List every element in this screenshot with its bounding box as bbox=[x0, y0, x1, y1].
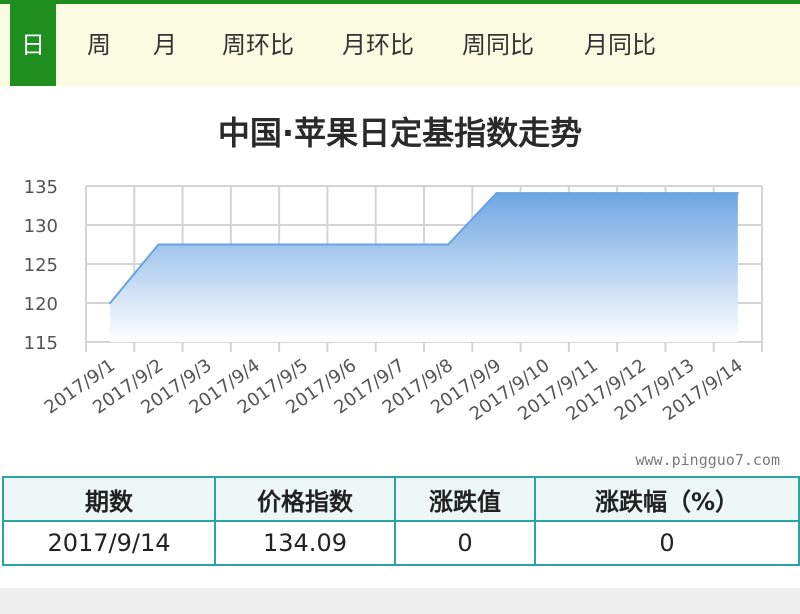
data-point bbox=[109, 302, 112, 304]
cell-period: 2017/9/14 bbox=[2, 520, 216, 566]
data-point bbox=[205, 243, 208, 246]
table-row: 2017/9/14 134.09 0 0 bbox=[2, 520, 800, 566]
data-point bbox=[640, 192, 643, 195]
data-point bbox=[302, 243, 305, 246]
data-point bbox=[447, 243, 450, 246]
tab-week[interactable]: 周 bbox=[84, 4, 114, 86]
tab-month[interactable]: 月 bbox=[150, 4, 180, 86]
index-summary-table: 期数 价格指数 涨跌值 涨跌幅（%） 2017/9/14 134.09 0 0 bbox=[2, 476, 800, 566]
cell-price-index: 134.09 bbox=[214, 520, 396, 566]
data-point bbox=[688, 192, 691, 195]
data-point bbox=[254, 243, 256, 246]
period-tab-bar: 日 周 月 周环比 月环比 周同比 月同比 bbox=[0, 0, 800, 86]
y-tick-label: 120 bbox=[24, 294, 58, 315]
tab-week-year-on-year[interactable]: 周同比 bbox=[456, 4, 540, 86]
tab-week-on-week[interactable]: 周环比 bbox=[216, 4, 300, 86]
tab-month-year-on-year[interactable]: 月同比 bbox=[578, 4, 662, 86]
data-point bbox=[495, 192, 498, 195]
y-tick-label: 135 bbox=[24, 177, 58, 198]
data-point bbox=[350, 243, 353, 246]
data-point bbox=[543, 192, 546, 195]
cell-change-percent: 0 bbox=[534, 520, 800, 566]
header-change-percent: 涨跌幅（%） bbox=[534, 476, 800, 522]
index-trend-chart: 1151201251301352017/9/12017/9/22017/9/32… bbox=[24, 177, 763, 425]
header-change-value: 涨跌值 bbox=[394, 476, 536, 522]
y-tick-label: 125 bbox=[24, 255, 58, 276]
y-tick-label: 115 bbox=[24, 333, 58, 354]
y-tick-label: 130 bbox=[24, 216, 58, 237]
data-point bbox=[592, 192, 594, 195]
cell-change-value: 0 bbox=[394, 520, 536, 566]
data-point bbox=[398, 243, 401, 246]
chart-title: 中国·苹果日定基指数走势 bbox=[217, 114, 583, 152]
tab-month-on-month[interactable]: 月环比 bbox=[336, 4, 420, 86]
table-header-row: 期数 价格指数 涨跌值 涨跌幅（%） bbox=[2, 476, 800, 522]
header-period: 期数 bbox=[2, 476, 216, 522]
data-point bbox=[736, 192, 739, 195]
data-point bbox=[157, 243, 160, 246]
tab-day[interactable]: 日 bbox=[10, 4, 56, 86]
bottom-strip bbox=[0, 588, 800, 614]
site-watermark: www.pingguo7.com bbox=[635, 451, 781, 469]
header-price-index: 价格指数 bbox=[214, 476, 396, 522]
